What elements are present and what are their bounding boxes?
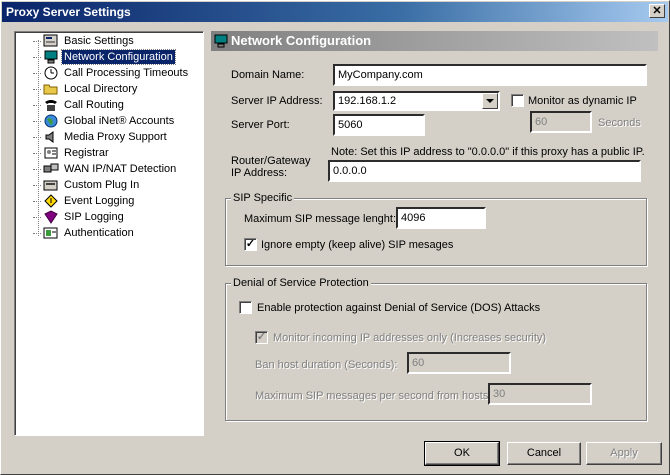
folder-icon [43,82,59,96]
globe-icon [43,114,59,128]
network-icon [43,50,59,64]
tree-item-event-logging[interactable]: Event Logging [33,193,136,209]
tree-item-label: Call Processing Timeouts [64,67,189,79]
ok-button[interactable]: OK [424,441,500,466]
registrar-icon [43,146,59,160]
monitor-incoming-label: Monitor incoming IP addresses only (Incr… [273,332,547,344]
domain-name-input[interactable]: MyCompany.com [333,64,647,86]
window-title: Proxy Server Settings [6,5,131,19]
settings-icon [43,34,59,48]
monitor-seconds-input[interactable]: 60 [530,111,592,133]
server-ip-combobox[interactable]: 192.168.1.2 [333,91,500,111]
tree-item-media-proxy-support[interactable]: Media Proxy Support [33,129,169,145]
phone-icon [43,98,59,112]
tree-item-label: Custom Plug In [64,179,140,191]
tree-item-global-inet-accounts[interactable]: Global iNet® Accounts [33,113,176,129]
ban-duration-label: Ban host duration (Seconds): [255,359,398,371]
monitor-incoming-checkbox[interactable]: ✓ [255,331,268,344]
tree-item-label: Event Logging [64,195,135,207]
speaker-icon [43,130,59,144]
auth-icon [43,226,59,240]
tree-item-custom-plug-in[interactable]: Custom Plug In [33,177,141,193]
tree-item-local-directory[interactable]: Local Directory [33,81,139,97]
max-sip-length-input[interactable]: 4096 [396,207,486,229]
close-button[interactable]: ✕ [649,4,665,18]
monitor-dynamic-ip-checkbox[interactable] [511,94,524,107]
router-gateway-input[interactable]: 0.0.0.0 [328,160,641,182]
tree-item-call-routing[interactable]: Call Routing [33,97,126,113]
sip-specific-title: SIP Specific [231,192,295,204]
tree-item-label: Media Proxy Support [64,131,167,143]
tree-item-label: WAN IP/NAT Detection [64,163,177,175]
panel-title: Network Configuration [231,33,372,48]
network-icon [213,33,229,49]
settings-tree[interactable]: Basic Settings Network Configuration Cal… [14,31,204,436]
panel-header: Network Configuration [211,31,658,51]
title-bar[interactable]: Proxy Server Settings ✕ [2,2,668,22]
apply-button[interactable]: Apply [586,442,662,465]
router-gateway-label: Router/Gateway [231,155,311,167]
tree-item-label: Network Configuration [61,49,176,65]
clock-icon [43,66,59,80]
server-ip-label: Server IP Address: [231,95,323,107]
router-gateway-note: Note: Set this IP address to "0.0.0.0" i… [331,146,645,158]
event-icon [43,194,59,208]
proxy-settings-window: Proxy Server Settings ✕ Basic Settings N… [0,0,670,475]
book-icon [43,210,59,224]
server-ip-dropdown-button[interactable] [482,93,498,109]
server-ip-value: 192.168.1.2 [338,95,397,107]
tree-item-label: Basic Settings [64,35,134,47]
tree-item-call-processing-timeouts[interactable]: Call Processing Timeouts [33,65,190,81]
domain-name-label: Domain Name: [231,69,305,81]
max-sip-length-label: Maximum SIP message lenght: [244,213,397,225]
ban-duration-input[interactable]: 60 [407,352,511,374]
wan-icon [43,162,59,176]
monitor-dynamic-ip-label: Monitor as dynamic IP [528,95,637,107]
ignore-keepalive-checkbox[interactable]: ✓ [244,238,257,251]
tree-item-network-configuration[interactable]: Network Configuration [33,49,176,65]
monitor-seconds-unit: Seconds [598,117,641,129]
plugin-icon [43,178,59,192]
cancel-button[interactable]: Cancel [507,442,581,465]
server-port-input[interactable]: 5060 [333,114,425,136]
tree-item-sip-logging[interactable]: SIP Logging [33,209,126,225]
server-port-label: Server Port: [231,119,290,131]
tree-item-basic-settings[interactable]: Basic Settings [33,33,136,49]
tree-item-label: Authentication [64,227,134,239]
tree-item-registrar[interactable]: Registrar [33,145,111,161]
max-messages-label: Maximum SIP messages per second from hos… [255,390,492,402]
tree-item-label: Registrar [64,147,109,159]
max-messages-input[interactable]: 30 [488,383,592,405]
tree-item-label: Local Directory [64,83,138,95]
router-gateway-label-line2: IP Address: [231,167,288,179]
enable-dos-checkbox[interactable] [239,301,252,314]
tree-item-label: Global iNet® Accounts [64,115,175,127]
tree-item-wan-ip-nat-detection[interactable]: WAN IP/NAT Detection [33,161,178,177]
tree-item-label: SIP Logging [64,211,124,223]
ignore-keepalive-label: Ignore empty (keep alive) SIP mesages [261,239,454,251]
tree-item-authentication[interactable]: Authentication [33,225,136,241]
dos-protection-title: Denial of Service Protection [231,277,371,289]
chevron-down-icon [486,99,494,103]
enable-dos-label: Enable protection against Denial of Serv… [257,302,541,314]
tree-item-label: Call Routing [64,99,124,111]
